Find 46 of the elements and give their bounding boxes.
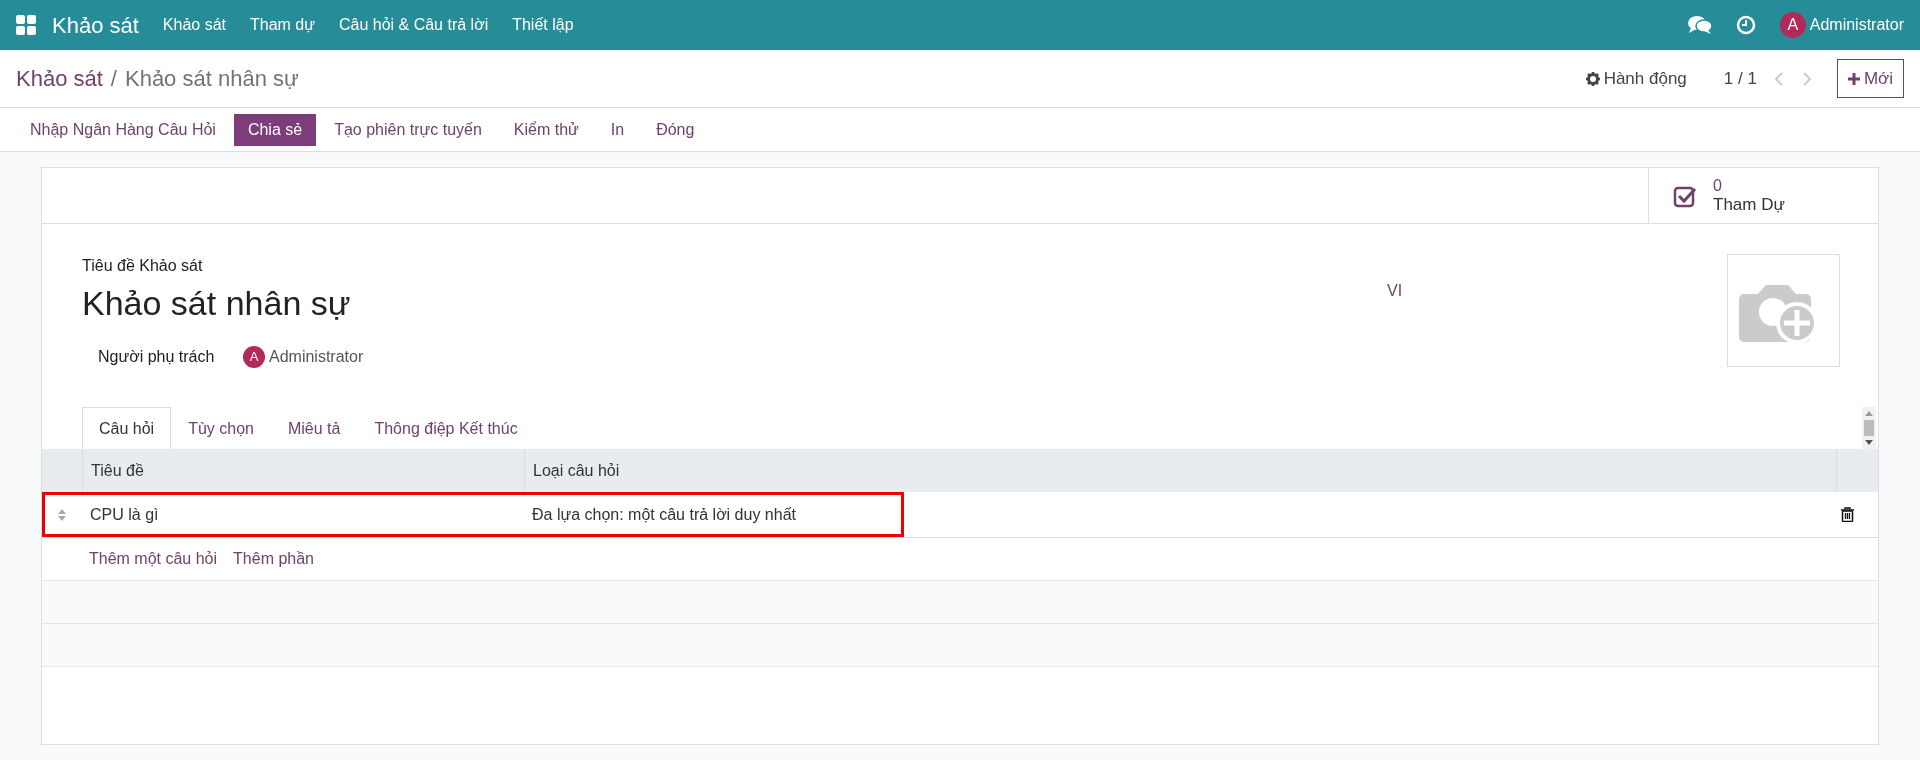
new-button[interactable]: Mới (1836, 58, 1904, 99)
action-button[interactable]: Kiểm thử (499, 113, 593, 146)
user-avatar: A (243, 346, 265, 368)
table-cell-text: CPU là gì (89, 504, 160, 525)
stat-value: 0 (1713, 175, 1723, 195)
language-code[interactable]: VI (1387, 282, 1403, 299)
scrollbar[interactable] (1862, 407, 1876, 449)
action-button[interactable]: In (596, 113, 639, 146)
form-tab[interactable]: Câu hỏi (82, 407, 172, 449)
chat-icon[interactable] (1687, 15, 1712, 35)
plus-icon (1847, 72, 1860, 85)
action-button[interactable]: Đóng (642, 113, 709, 146)
apps-menu-icon[interactable] (16, 15, 36, 35)
stat-label: Tham Dự (1713, 194, 1785, 216)
field-label: Người phụ trách (98, 347, 216, 367)
action-button[interactable]: Tạo phiên trực tuyến (320, 113, 496, 146)
drag-handle-icon[interactable] (57, 507, 67, 522)
menu-item[interactable]: Khảo sát (162, 13, 226, 37)
pager-value: 1 / 1 (1723, 67, 1757, 90)
responsible-name[interactable]: Administrator (269, 345, 364, 369)
clock-icon[interactable] (1735, 15, 1756, 35)
action-menu-button[interactable]: Hành động (1572, 58, 1700, 99)
column-header[interactable]: Loại câu hỏi (524, 449, 1836, 492)
user-name[interactable]: Administrator (1809, 13, 1904, 37)
action-button[interactable]: Chia sẻ (233, 113, 317, 146)
table-cell-text: Đa lựa chọn: một câu trả lời duy nhất (531, 504, 797, 525)
breadcrumb-separator: / (110, 65, 117, 93)
form-tab[interactable]: Tùy chọn (171, 407, 271, 449)
trash-icon[interactable] (1841, 507, 1854, 522)
action-button[interactable]: Nhập Ngân Hàng Câu Hỏi (16, 113, 230, 146)
breadcrumb-link[interactable]: Khảo sát (16, 62, 103, 95)
column-header[interactable]: Tiêu đề (82, 449, 524, 492)
app-title: Khảo sát (52, 11, 139, 40)
menu-item[interactable]: Tham dự (250, 13, 315, 37)
add-link[interactable]: Thêm một câu hỏi (89, 547, 218, 571)
menu-item[interactable]: Câu hỏi & Câu trả lời (338, 13, 489, 37)
add-link[interactable]: Thêm phần (233, 547, 314, 571)
breadcrumb-current: Khảo sát nhân sự (124, 65, 299, 93)
gear-icon (1585, 71, 1600, 86)
survey-title: Khảo sát nhân sự (82, 283, 352, 324)
image-upload-field[interactable] (1727, 254, 1840, 367)
form-tab[interactable]: Thông điệp Kết thúc (357, 407, 535, 449)
field-label: Tiêu đề Khảo sát (82, 256, 204, 276)
user-avatar[interactable]: A (1779, 12, 1806, 38)
menu-item[interactable]: Thiết lập (512, 13, 574, 37)
form-tab[interactable]: Miêu tả (270, 407, 358, 449)
